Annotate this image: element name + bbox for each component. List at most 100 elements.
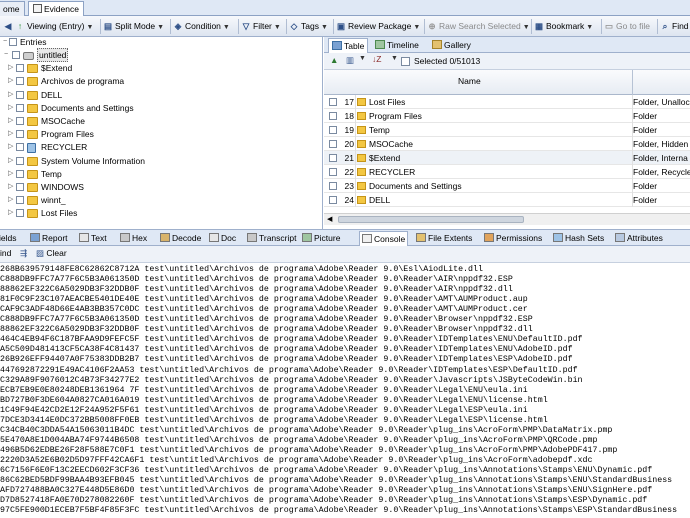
tab-hash-sets[interactable]: Hash Sets — [551, 231, 606, 246]
row-checkbox[interactable] — [329, 140, 337, 148]
tree-checkbox[interactable] — [16, 209, 24, 218]
expand-icon[interactable]: ▷ — [8, 196, 15, 204]
row-checkbox[interactable] — [329, 168, 337, 176]
tree-checkbox[interactable] — [16, 169, 24, 178]
tab-table[interactable]: Table — [328, 38, 369, 54]
find-button[interactable]: ⌕ Find — [660, 19, 689, 34]
scroll-left-icon[interactable]: ◀ — [327, 215, 332, 223]
table-row[interactable]: 18 Program Files Folder — [324, 109, 690, 123]
tab-home[interactable]: ome — [0, 1, 25, 16]
tab-attributes[interactable]: Attributes — [613, 231, 665, 246]
tab-report[interactable]: Report — [28, 231, 70, 246]
raw-search-selected-button[interactable]: ⊕ Raw Search Selected ▼ — [427, 19, 529, 34]
row-checkbox[interactable] — [329, 154, 337, 162]
raw-search-label: Raw Search Selected — [439, 21, 521, 31]
tree-item-label: RECYCLER — [41, 142, 88, 153]
tab-transcript[interactable]: Transcript — [245, 231, 298, 246]
expand-icon[interactable]: ▷ — [8, 170, 15, 178]
row-checkbox[interactable] — [329, 126, 337, 134]
chevron-down-icon[interactable]: ▼ — [391, 55, 398, 62]
table-row[interactable]: 24 DELL Folder — [324, 193, 690, 207]
filter-icon: ▽ — [242, 21, 250, 31]
row-checkbox[interactable] — [329, 112, 337, 120]
expand-icon[interactable]: ▷ — [8, 104, 15, 112]
table-row[interactable]: 19 Temp Folder — [324, 123, 690, 137]
split-mode-dropdown[interactable]: ▤ Split Mode ▼ — [103, 19, 164, 34]
tab-doc[interactable]: Doc — [207, 231, 238, 246]
row-checkbox[interactable] — [329, 196, 337, 204]
console-line: 447692872291E49AC4106F2AA53 test\untitle… — [0, 365, 578, 375]
expand-icon[interactable]: ▷ — [8, 157, 15, 165]
tab-decode[interactable]: Decode — [158, 231, 203, 246]
tree-checkbox[interactable] — [16, 103, 24, 112]
column-header-name[interactable]: Name — [458, 76, 481, 86]
table-row[interactable]: 17 Lost Files Folder, Unalloc — [324, 95, 690, 109]
filter-dropdown[interactable]: ▽ Filter ▼ — [241, 19, 281, 34]
tree-checkbox[interactable] — [16, 196, 24, 205]
console-line: BD727B0F3DE604A0827CA016A019 test\untitl… — [0, 395, 548, 405]
sort-up-icon[interactable]: ▲ — [330, 55, 338, 65]
bookmark-dropdown[interactable]: ▦ Bookmark ▼ — [534, 19, 593, 34]
tree-checkbox[interactable] — [16, 117, 24, 125]
table-row[interactable]: 20 MSOCache Folder, Hidden — [324, 137, 690, 151]
tab-permissions[interactable]: Permissions — [482, 231, 544, 246]
expand-icon[interactable]: ▷ — [8, 117, 15, 125]
tab-fields[interactable]: ields — [0, 231, 18, 246]
columns-icon[interactable]: ▥ — [346, 55, 354, 66]
table-row[interactable]: 23 Documents and Settings Folder — [324, 179, 690, 193]
go-to-file-button[interactable]: ▭ Go to file — [604, 19, 650, 34]
sort-icon[interactable]: ↓Z — [372, 54, 381, 64]
table-horizontal-scrollbar[interactable]: ◀ — [324, 213, 690, 225]
wrap-icon[interactable]: ⇶ — [20, 248, 27, 259]
tab-label: Text — [91, 233, 107, 243]
tab-hex[interactable]: Hex — [118, 231, 149, 246]
tree-checkbox[interactable] — [16, 143, 24, 152]
tree-checkbox[interactable] — [16, 77, 24, 86]
expand-icon[interactable]: ▷ — [8, 64, 15, 72]
tree-checkbox[interactable] — [12, 51, 20, 59]
tab-timeline[interactable]: Timeline — [372, 38, 422, 53]
clear-button[interactable]: ▨ Clear — [36, 248, 67, 259]
expand-icon[interactable]: ▷ — [8, 91, 15, 99]
tab-timeline-label: Timeline — [387, 40, 419, 50]
tree-checkbox[interactable] — [16, 90, 24, 99]
table-row[interactable]: 22 RECYCLER Folder, Recycle — [324, 165, 690, 179]
tab-file-extents[interactable]: File Extents — [414, 231, 474, 246]
expand-icon[interactable]: ▷ — [8, 143, 15, 151]
tab-console[interactable]: Console — [359, 231, 409, 247]
tab-picture[interactable]: Picture — [300, 231, 342, 246]
tab-evidence[interactable]: Evidence — [28, 1, 84, 17]
attributes-icon — [615, 233, 625, 242]
expand-icon[interactable]: ▷ — [8, 183, 15, 191]
find-button[interactable]: ind — [0, 248, 11, 258]
scrollbar-thumb[interactable] — [338, 216, 524, 223]
condition-dropdown[interactable]: ◈ Condition ▼ — [173, 19, 230, 34]
review-package-dropdown[interactable]: ▣ Review Package ▼ — [336, 19, 420, 34]
row-name: DELL — [369, 195, 391, 205]
toolbar-divider — [100, 19, 101, 34]
row-number: 21 — [344, 153, 354, 163]
tree-checkbox[interactable] — [16, 183, 24, 191]
tags-dropdown[interactable]: ◇ Tags ▼ — [289, 19, 328, 34]
row-checkbox[interactable] — [329, 98, 337, 106]
console-line: C34CB40C3DDA54A15063011B4DC test\untitle… — [0, 425, 613, 435]
tree-checkbox[interactable] — [16, 64, 24, 73]
expand-icon[interactable]: ▷ — [8, 77, 15, 85]
tab-gallery[interactable]: Gallery — [429, 38, 474, 53]
tree-checkbox[interactable] — [16, 130, 24, 139]
select-all-checkbox[interactable] — [401, 57, 410, 66]
toolbar-divider — [170, 19, 171, 34]
toolbar-divider — [531, 19, 532, 34]
tree-checkbox[interactable] — [16, 156, 24, 165]
row-checkbox[interactable] — [329, 182, 337, 190]
expand-icon[interactable]: ▷ — [8, 130, 15, 138]
collapse-icon[interactable]: − — [4, 51, 11, 59]
tab-text[interactable]: Text — [77, 231, 109, 246]
row-name: RECYCLER — [369, 167, 416, 177]
viewing-dropdown[interactable]: ↑ Viewing (Entry) ▼ — [15, 19, 94, 34]
back-button[interactable]: ◀ — [3, 19, 15, 34]
tree-checkbox[interactable] — [9, 38, 17, 46]
expand-icon[interactable]: ▷ — [8, 209, 15, 217]
table-row[interactable]: 21 $Extend Folder, Interna — [324, 151, 690, 165]
chevron-down-icon[interactable]: ▼ — [359, 55, 366, 62]
